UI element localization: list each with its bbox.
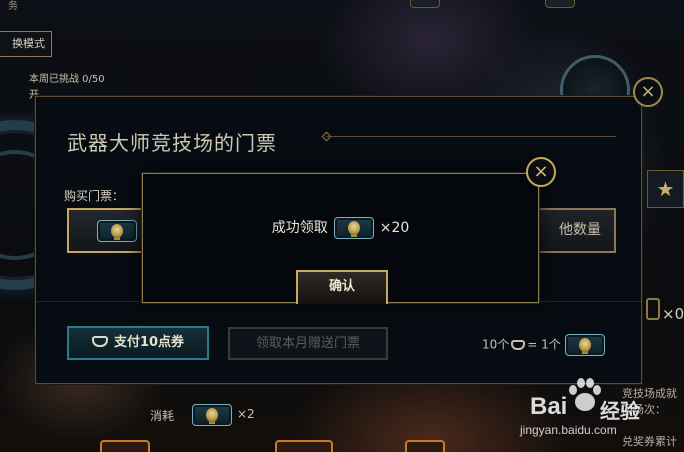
- switch-mode-button[interactable]: 换模式: [0, 31, 52, 57]
- background-cut-text: 务: [8, 1, 18, 12]
- pay-button-label: 支付10点券: [113, 335, 185, 350]
- consume-label: 消耗: [150, 409, 175, 423]
- watermark-url: jingyan.baidu.com: [520, 423, 617, 437]
- message-prefix: 成功领取: [271, 220, 328, 236]
- baidu-paw-icon: [569, 378, 601, 411]
- star-icon[interactable]: ★: [647, 170, 684, 208]
- dialog-title: 武器大师竞技场的门票: [67, 131, 277, 155]
- exchange-rate: 10个 = 1个: [482, 334, 605, 356]
- title-divider: [326, 136, 616, 137]
- pay-vouchers-button[interactable]: 支付10点券: [67, 326, 209, 360]
- background-right-text: 兑奖券累计: [622, 435, 677, 448]
- claim-success-popup: 成功领取 ×20 确认: [142, 173, 539, 304]
- arena-ticket-icon: [97, 220, 137, 242]
- confirm-button[interactable]: 确认: [296, 270, 388, 304]
- weekly-challenge-text: 本周已挑战 0/50: [29, 74, 105, 85]
- watermark-brand: Bai: [530, 393, 568, 420]
- background-count-text: ×0: [662, 305, 684, 323]
- background-top-tile: [545, 0, 575, 8]
- consume-count: ×2: [237, 407, 255, 421]
- background-bottom-tile: [275, 440, 333, 452]
- background-top-tile: [410, 0, 440, 8]
- claim-monthly-ticket-button[interactable]: 领取本月赠送门票: [228, 327, 388, 360]
- arena-ticket-icon: [192, 404, 232, 426]
- background-bottom-tile: [100, 440, 150, 452]
- message-count: ×20: [379, 220, 410, 236]
- voucher-icon: [511, 339, 526, 350]
- voucher-icon: [91, 336, 108, 347]
- buy-ticket-label: 购买门票：: [64, 189, 125, 203]
- popup-close-icon[interactable]: ×: [526, 157, 556, 187]
- arena-ticket-icon: [564, 334, 605, 356]
- background-shield-icon: [646, 298, 660, 320]
- exchange-right-text: = 1个: [527, 337, 561, 352]
- claim-success-message: 成功领取 ×20: [143, 217, 538, 239]
- arena-ticket-icon: [333, 217, 374, 239]
- background-bottom-tile: [405, 440, 445, 452]
- exchange-left-text: 10个: [482, 337, 510, 352]
- watermark-brand-suffix: 经验: [600, 399, 640, 423]
- other-quantity-option[interactable]: 他数量: [526, 208, 616, 253]
- dialog-close-icon[interactable]: ×: [633, 77, 663, 107]
